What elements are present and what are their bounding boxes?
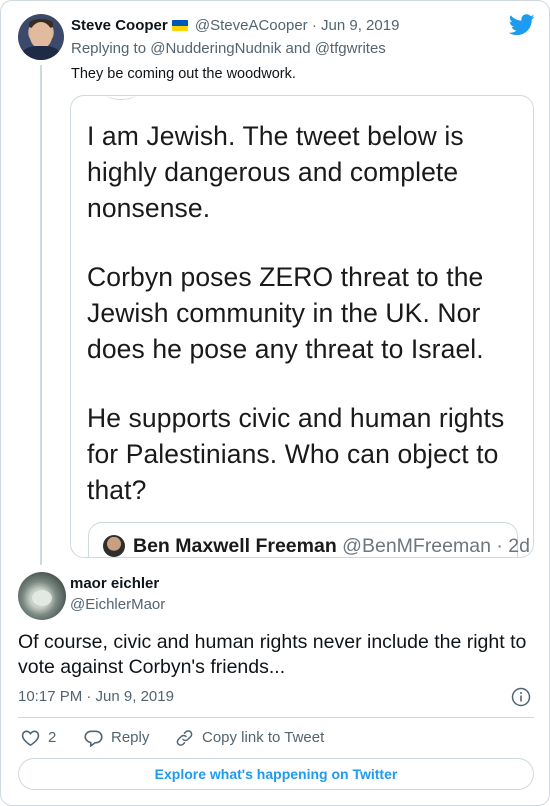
separator: ·: [311, 17, 317, 34]
quoted-avatar: [103, 535, 125, 557]
ukraine-flag-icon: [171, 20, 188, 31]
tweet-text: Of course, civic and human rights never …: [18, 631, 527, 678]
reply-button[interactable]: Reply: [84, 728, 149, 748]
tweet-timestamp[interactable]: 10:17 PM · Jun 9, 2019: [18, 687, 174, 707]
tweet-date[interactable]: Jun 9, 2019: [321, 17, 399, 34]
author-handle[interactable]: @EichlerMaor: [70, 595, 165, 615]
tweet-image[interactable]: I am Jewish. The tweet below is highly d…: [70, 95, 534, 558]
image-paragraph-2: Corbyn poses ZERO threat to the Jewish c…: [87, 262, 484, 364]
parent-tweet-header: Steve Cooper @SteveACooper · Jun 9, 2019: [71, 16, 399, 36]
replying-to[interactable]: Replying to @NudderingNudnik and @tfgwri…: [71, 39, 386, 59]
explore-twitter-button[interactable]: Explore what's happening on Twitter: [18, 758, 534, 790]
avatar[interactable]: [18, 14, 64, 60]
like-count: 2: [48, 729, 57, 746]
quoted-handle: @BenMFreeman: [342, 535, 491, 557]
image-paragraph-1: I am Jewish. The tweet below is highly d…: [87, 121, 464, 223]
heart-icon: [21, 730, 40, 747]
copy-link-button[interactable]: Copy link to Tweet: [175, 728, 324, 748]
author-name[interactable]: Steve Cooper: [71, 17, 168, 34]
twitter-bird-icon[interactable]: [509, 14, 535, 36]
like-button[interactable]: 2: [21, 728, 56, 748]
tweet-embed-card: Steve Cooper @SteveACooper · Jun 9, 2019…: [0, 0, 550, 806]
reply-label: Reply: [111, 729, 150, 746]
parent-tweet-text: They be coming out the woodwork.: [71, 66, 296, 82]
quoted-time: · 2d: [496, 535, 530, 557]
avatar[interactable]: [18, 572, 66, 620]
divider: [18, 717, 534, 718]
author-name[interactable]: maor eichler: [70, 574, 159, 594]
quoted-tweet-box: Ben Maxwell Freeman @BenMFreeman · 2d: [88, 522, 530, 557]
copy-link-label: Copy link to Tweet: [202, 729, 325, 746]
thread-line: [40, 65, 42, 565]
link-icon: [176, 730, 193, 746]
author-handle[interactable]: @SteveACooper: [195, 17, 308, 34]
info-icon[interactable]: [511, 687, 531, 707]
quoted-name: Ben Maxwell Freeman: [133, 535, 337, 557]
reply-icon: [84, 730, 103, 747]
image-paragraph-3: He supports civic and human rights for P…: [87, 403, 505, 505]
quoted-header: Ben Maxwell Freeman @BenMFreeman · 2d: [133, 534, 530, 557]
